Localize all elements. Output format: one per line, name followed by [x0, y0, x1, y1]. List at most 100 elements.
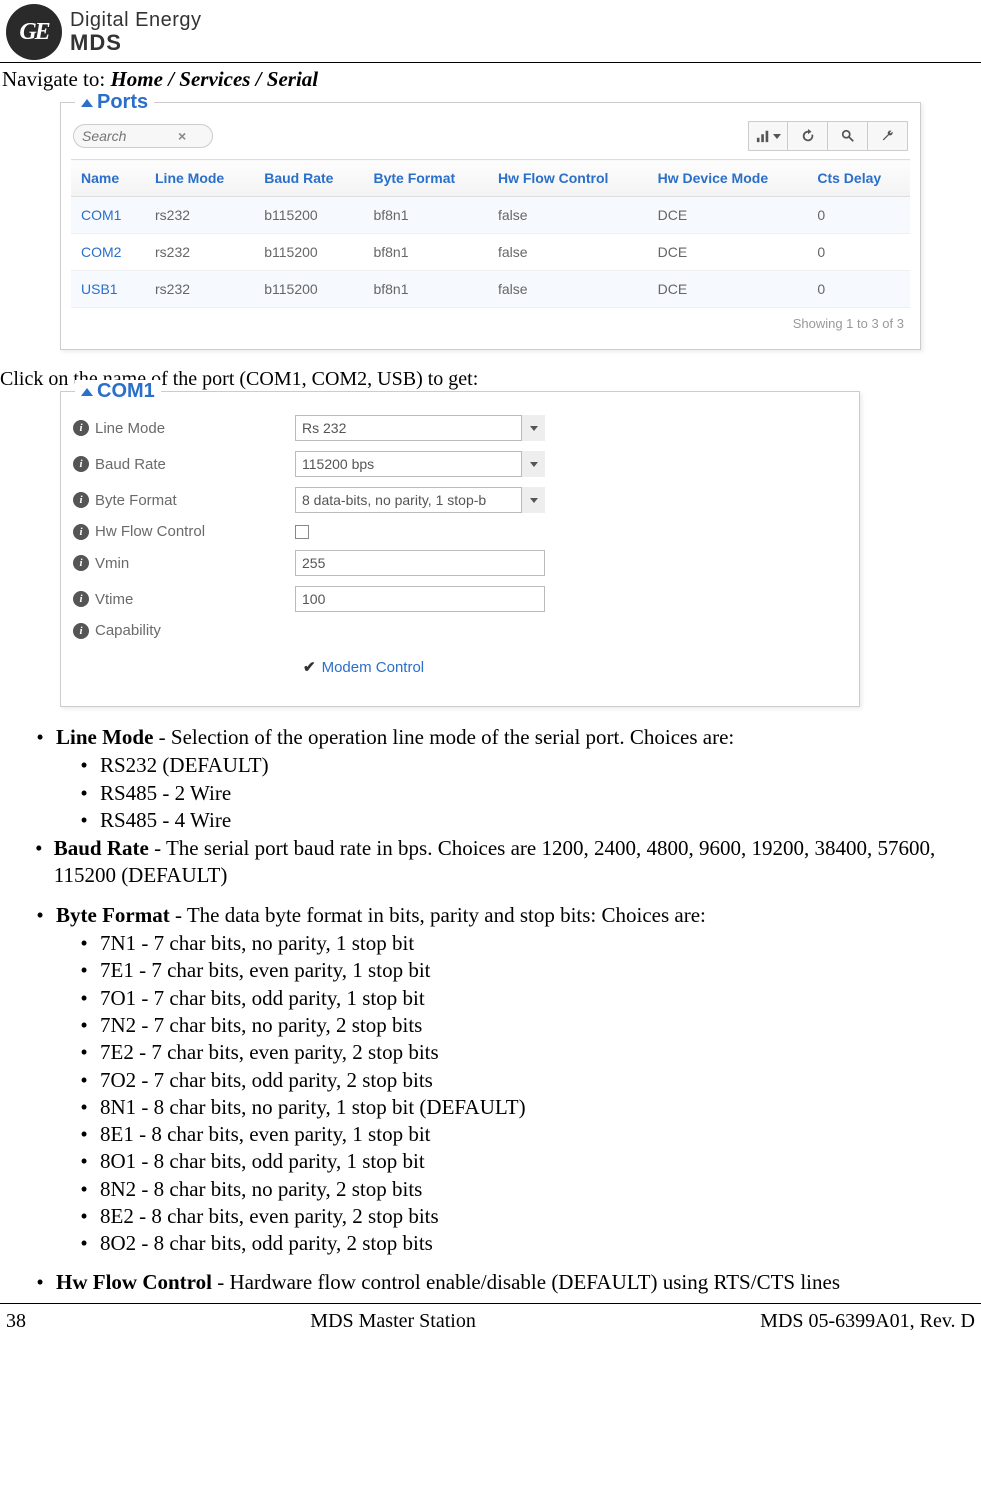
search-icon [841, 129, 855, 143]
col-name[interactable]: Name [71, 160, 145, 197]
byte-fmt-opt: 7O2 - 7 char bits, odd parity, 2 stop bi… [100, 1067, 433, 1094]
desc-line-mode: •Line Mode - Selection of the operation … [0, 719, 981, 897]
byte-fmt-opt: 8E1 - 8 char bits, even parity, 1 stop b… [100, 1121, 430, 1148]
search-button[interactable] [828, 121, 868, 151]
navigate-prefix: Navigate to: [2, 67, 110, 91]
table-row[interactable]: COM2 rs232 b115200 bf8n1 false DCE 0 [71, 234, 910, 271]
baud-rate-select[interactable] [295, 451, 545, 477]
footer-title: MDS Master Station [310, 1310, 476, 1333]
hw-flow-checkbox[interactable] [295, 525, 309, 539]
row-hw-flow: i Hw Flow Control [73, 518, 847, 545]
toolbar-buttons [748, 121, 908, 151]
table-row[interactable]: USB1 rs232 b115200 bf8n1 false DCE 0 [71, 271, 910, 308]
ports-table: Name Line Mode Baud Rate Byte Format Hw … [71, 159, 910, 308]
text-line-mode: - Selection of the operation line mode o… [153, 725, 734, 749]
line-mode-select[interactable] [295, 415, 545, 441]
baud-rate-value[interactable] [295, 451, 545, 477]
refresh-button[interactable] [788, 121, 828, 151]
line-mode-value[interactable] [295, 415, 545, 441]
wrench-button[interactable] [868, 121, 908, 151]
wrench-icon [881, 129, 895, 143]
vmin-input[interactable] [295, 550, 545, 576]
byte-fmt-opt: 7N1 - 7 char bits, no parity, 1 stop bit [100, 930, 414, 957]
col-byte-format[interactable]: Byte Format [363, 160, 487, 197]
cell-hwdev: DCE [648, 271, 808, 308]
text-byte-format: - The data byte format in bits, parity a… [170, 903, 706, 927]
cell-cts: 0 [807, 234, 910, 271]
cell-name[interactable]: COM2 [71, 234, 145, 271]
clear-search-icon[interactable]: × [178, 128, 186, 144]
row-byte-format: i Byte Format [73, 482, 847, 518]
signal-button[interactable] [748, 121, 788, 151]
info-icon[interactable]: i [73, 456, 89, 472]
cell-name[interactable]: COM1 [71, 197, 145, 234]
logo-top-text: Digital Energy [70, 10, 202, 31]
ports-title: Ports [97, 91, 148, 114]
modem-control-label: Modem Control [322, 659, 425, 676]
caret-down-icon[interactable] [521, 487, 545, 513]
signal-icon [756, 129, 770, 143]
term-hw-flow: Hw Flow Control [56, 1270, 212, 1294]
cell-byte: bf8n1 [363, 197, 487, 234]
search-input[interactable] [82, 128, 172, 144]
cell-hwflow: false [488, 271, 648, 308]
modem-control-link[interactable]: ✔ Modem Control [303, 658, 847, 676]
info-icon[interactable]: i [73, 555, 89, 571]
line-mode-opt: RS485 - 2 Wire [100, 780, 231, 807]
cell-line-mode: rs232 [145, 234, 254, 271]
byte-fmt-opt: 8O1 - 8 char bits, odd parity, 1 stop bi… [100, 1148, 425, 1175]
cell-baud: b115200 [254, 271, 363, 308]
com1-panel: COM1 i Line Mode i Baud Rate i Byte Form… [60, 391, 860, 707]
row-capability: i Capability [73, 617, 847, 644]
label-vtime: Vtime [95, 591, 295, 608]
table-row[interactable]: COM1 rs232 b115200 bf8n1 false DCE 0 [71, 197, 910, 234]
logo-bottom-text: MDS [70, 31, 202, 54]
label-vmin: Vmin [95, 555, 295, 572]
info-icon[interactable]: i [73, 623, 89, 639]
desc-hw-flow: •Hw Flow Control - Hardware flow control… [0, 1264, 981, 1303]
col-line-mode[interactable]: Line Mode [145, 160, 254, 197]
caret-down-icon[interactable] [521, 451, 545, 477]
col-hw-flow[interactable]: Hw Flow Control [488, 160, 648, 197]
table-status: Showing 1 to 3 of 3 [71, 308, 910, 339]
caret-down-icon [773, 134, 781, 139]
search-box[interactable]: × [73, 124, 213, 148]
ports-toolbar: × [71, 113, 910, 159]
term-line-mode: Line Mode [56, 725, 153, 749]
ge-monogram-icon: GE [6, 4, 62, 60]
cell-baud: b115200 [254, 234, 363, 271]
ports-panel-legend[interactable]: Ports [75, 91, 154, 114]
byte-format-select[interactable] [295, 487, 545, 513]
cell-hwdev: DCE [648, 234, 808, 271]
cell-name[interactable]: USB1 [71, 271, 145, 308]
byte-fmt-opt: 7E2 - 7 char bits, even parity, 2 stop b… [100, 1039, 439, 1066]
byte-fmt-opt: 7O1 - 7 char bits, odd parity, 1 stop bi… [100, 985, 425, 1012]
caret-down-icon[interactable] [521, 415, 545, 441]
vtime-input[interactable] [295, 586, 545, 612]
term-baud-rate: Baud Rate [54, 836, 149, 860]
line-mode-opt: RS232 (DEFAULT) [100, 752, 269, 779]
byte-format-value[interactable] [295, 487, 545, 513]
refresh-icon [801, 129, 815, 143]
page-footer: 38 MDS Master Station MDS 05-6399A01, Re… [0, 1303, 981, 1343]
table-header-row: Name Line Mode Baud Rate Byte Format Hw … [71, 160, 910, 197]
byte-fmt-opt: 8E2 - 8 char bits, even parity, 2 stop b… [100, 1203, 439, 1230]
cell-hwflow: false [488, 234, 648, 271]
info-icon[interactable]: i [73, 492, 89, 508]
cell-cts: 0 [807, 271, 910, 308]
info-icon[interactable]: i [73, 420, 89, 436]
cell-byte: bf8n1 [363, 234, 487, 271]
info-icon[interactable]: i [73, 524, 89, 540]
byte-fmt-opt: 8O2 - 8 char bits, odd parity, 2 stop bi… [100, 1230, 433, 1257]
col-cts-delay[interactable]: Cts Delay [807, 160, 910, 197]
label-byte-format: Byte Format [95, 492, 295, 509]
col-baud-rate[interactable]: Baud Rate [254, 160, 363, 197]
logo-text: Digital Energy MDS [70, 10, 202, 54]
cell-hwflow: false [488, 197, 648, 234]
com1-panel-legend[interactable]: COM1 [75, 380, 161, 403]
label-line-mode: Line Mode [95, 420, 295, 437]
info-icon[interactable]: i [73, 591, 89, 607]
label-capability: Capability [95, 622, 295, 639]
col-hw-device[interactable]: Hw Device Mode [648, 160, 808, 197]
cell-line-mode: rs232 [145, 197, 254, 234]
